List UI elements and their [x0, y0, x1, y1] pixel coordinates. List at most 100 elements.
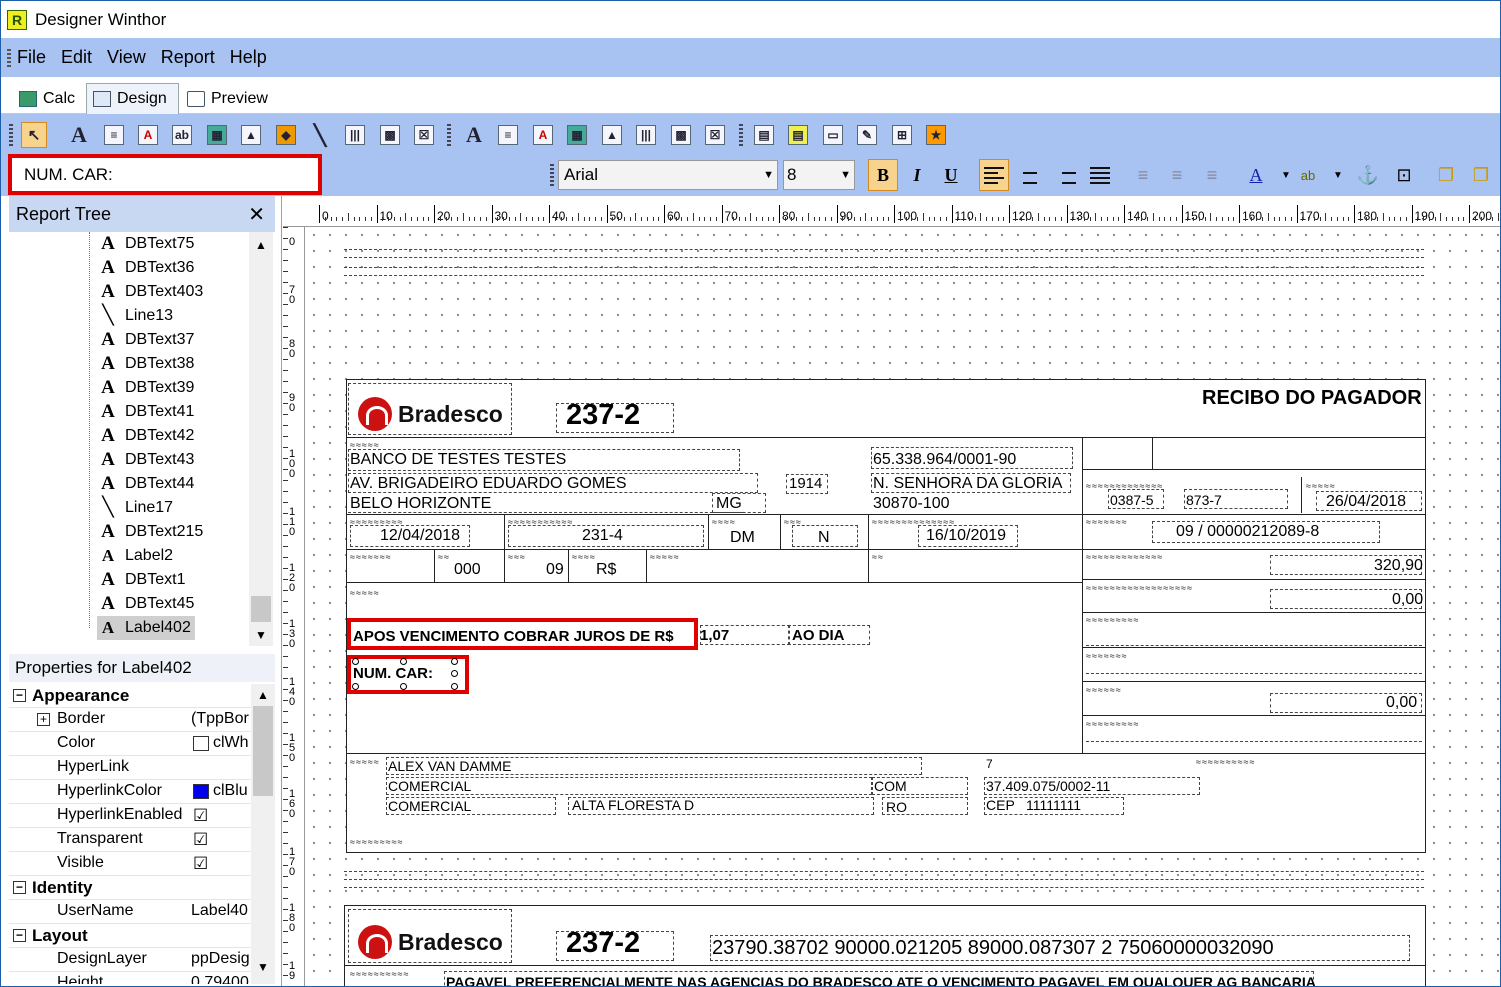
tree-item[interactable]: A DBText39	[97, 376, 194, 400]
align-left-button[interactable]	[979, 159, 1009, 191]
digitable-line[interactable]: 23790.38702 90000.021205 89000.087307 2 …	[712, 937, 1274, 959]
property-row[interactable]: HyperLink	[9, 756, 251, 780]
payer-state[interactable]: RO	[886, 798, 907, 816]
resize-handle[interactable]	[400, 658, 407, 665]
resize-handle[interactable]	[352, 658, 359, 665]
align-bottom-button[interactable]: ≡	[1197, 159, 1227, 191]
memo-tool-icon[interactable]: ≡	[101, 122, 127, 148]
address[interactable]: AV. BRIGADEIRO EDUARDO GOMES	[350, 475, 627, 493]
tree-item[interactable]: A DBText37	[97, 328, 194, 352]
property-row[interactable]: DesignLayer ppDesig	[9, 948, 251, 972]
property-row[interactable]: Height 0,79400	[9, 972, 251, 984]
italic-button[interactable]: I	[902, 159, 932, 191]
subreport-tool-icon[interactable]: ▤	[785, 122, 811, 148]
design-canvas[interactable]: Bradesco 237-2 RECIBO DO PAGADOR ≈≈≈≈≈ B…	[306, 227, 1500, 986]
tree-item[interactable]: A DBText42	[97, 424, 194, 448]
agency[interactable]: 0387-5	[1110, 491, 1154, 509]
payer-cnpj-digit[interactable]: 7	[986, 755, 993, 773]
chevron-down-icon[interactable]: ▼	[257, 960, 269, 974]
our-number[interactable]: 09 / 00000212089-8	[1176, 523, 1319, 541]
zip[interactable]: 30870-100	[873, 495, 950, 513]
anchor-icon[interactable]: ⚓	[1353, 159, 1383, 191]
system-var-tool-icon[interactable]: ▦	[204, 122, 230, 148]
charged-value[interactable]: 0,00	[1386, 694, 1417, 712]
cip[interactable]: 000	[454, 561, 481, 579]
collapse-icon[interactable]: −	[13, 689, 26, 702]
beneficiary[interactable]: BANCO DE TESTES TESTES	[350, 451, 566, 469]
tree-item[interactable]: A DBText1	[97, 568, 185, 592]
tree-item-selected[interactable]: A Label402	[97, 616, 195, 640]
dbcheckbox-tool-icon[interactable]: ☒	[702, 122, 728, 148]
tree-item[interactable]: A DBText41	[97, 400, 194, 424]
chevron-up-icon[interactable]: ▲	[255, 238, 267, 252]
payment-place[interactable]: PAGAVEL PREFERENCIALMENTE NAS AGENCIAS D…	[446, 973, 1316, 986]
property-value[interactable]: (TppBor	[191, 710, 251, 728]
region-tool-icon[interactable]: ▤	[751, 122, 777, 148]
menu-file[interactable]: File	[17, 47, 46, 68]
bank-code[interactable]: 237-2	[566, 399, 640, 431]
tab-calc[interactable]: Calc	[13, 83, 81, 114]
page-break-tool-icon[interactable]: ▭	[820, 122, 846, 148]
chevron-up-icon[interactable]: ▲	[257, 688, 269, 702]
send-to-back-icon[interactable]: ❐	[1466, 159, 1496, 191]
tree-item[interactable]: A DBText215	[97, 520, 203, 544]
tree-item[interactable]: ╲ Line17	[97, 496, 173, 520]
border-icon[interactable]: ⊡	[1389, 159, 1419, 191]
wallet[interactable]: 09	[546, 561, 564, 579]
interest-period[interactable]: AO DIA	[792, 627, 845, 645]
tree-item[interactable]: A DBText44	[97, 472, 194, 496]
dbimage-tool-icon[interactable]: ▲	[599, 122, 625, 148]
richtext-tool-icon[interactable]: A	[135, 122, 161, 148]
checkbox-tool-icon[interactable]: ☒	[411, 122, 437, 148]
dbmemo-tool-icon[interactable]: ≡	[495, 122, 521, 148]
tab-design[interactable]: Design	[86, 83, 179, 114]
property-row[interactable]: Visible ☑	[9, 852, 251, 876]
doc-value[interactable]: 320,90	[1374, 557, 1423, 575]
close-icon[interactable]: ✕	[248, 202, 265, 227]
discount[interactable]: 0,00	[1392, 591, 1423, 609]
property-row[interactable]: UserName Label40	[9, 900, 251, 924]
tree-item[interactable]: A DBText75	[97, 232, 194, 256]
category-appearance[interactable]: − Appearance	[9, 684, 251, 708]
receipt-title[interactable]: RECIBO DO PAGADOR	[1202, 387, 1422, 409]
processing-date[interactable]: 16/10/2019	[926, 527, 1006, 545]
image-tool-icon[interactable]: ▲	[238, 122, 264, 148]
menu-view[interactable]: View	[107, 47, 146, 68]
resize-handle[interactable]	[352, 683, 359, 690]
property-row[interactable]: + Border (TppBor	[9, 708, 251, 732]
tree-item[interactable]: A DBText45	[97, 592, 194, 616]
expand-icon[interactable]: +	[37, 713, 50, 726]
component-text-input[interactable]: NUM. CAR:	[8, 154, 322, 195]
collapse-icon[interactable]: −	[13, 929, 26, 942]
justify-button[interactable]	[1085, 159, 1115, 191]
dbrichtext-tool-icon[interactable]: A	[530, 122, 556, 148]
dbcalc-tool-icon[interactable]: ▦	[564, 122, 590, 148]
property-row[interactable]: HyperlinkEnabled ☑	[9, 804, 251, 828]
doc-number[interactable]: 231-4	[582, 527, 623, 545]
payer-cep[interactable]: 11111111	[1026, 796, 1081, 814]
species[interactable]: DM	[730, 529, 755, 547]
property-value[interactable]: clWh	[213, 734, 251, 752]
resize-handle[interactable]	[400, 683, 407, 690]
account[interactable]: 873-7	[1186, 491, 1222, 509]
db2dbarcode-tool-icon[interactable]: ▩	[668, 122, 694, 148]
resize-handle[interactable]	[451, 670, 458, 677]
checkbox-checked-icon[interactable]: ☑	[193, 854, 208, 874]
tree-item[interactable]: A DBText43	[97, 448, 194, 472]
property-value[interactable]: 0,79400	[191, 974, 251, 984]
underline-button[interactable]: U	[936, 159, 966, 191]
bank-code-2[interactable]: 237-2	[566, 927, 640, 959]
teechart-tool-icon[interactable]: ★	[923, 122, 949, 148]
collapse-icon[interactable]: −	[13, 881, 26, 894]
font-name-select[interactable]: Arial ▼	[558, 160, 778, 190]
property-value[interactable]: Label40	[191, 902, 251, 920]
payer-cep-label[interactable]: CEP	[986, 796, 1015, 814]
tree-scrollbar[interactable]: ▲ ▼	[249, 232, 273, 646]
tab-preview[interactable]: Preview	[181, 83, 274, 114]
doc-date[interactable]: 12/04/2018	[380, 527, 460, 545]
resize-handle[interactable]	[451, 683, 458, 690]
label-tool-icon[interactable]: A	[66, 122, 92, 148]
payer-line2[interactable]: COMERCIAL	[388, 797, 471, 815]
menu-report[interactable]: Report	[161, 47, 215, 68]
tree-item[interactable]: A DBText36	[97, 256, 194, 280]
